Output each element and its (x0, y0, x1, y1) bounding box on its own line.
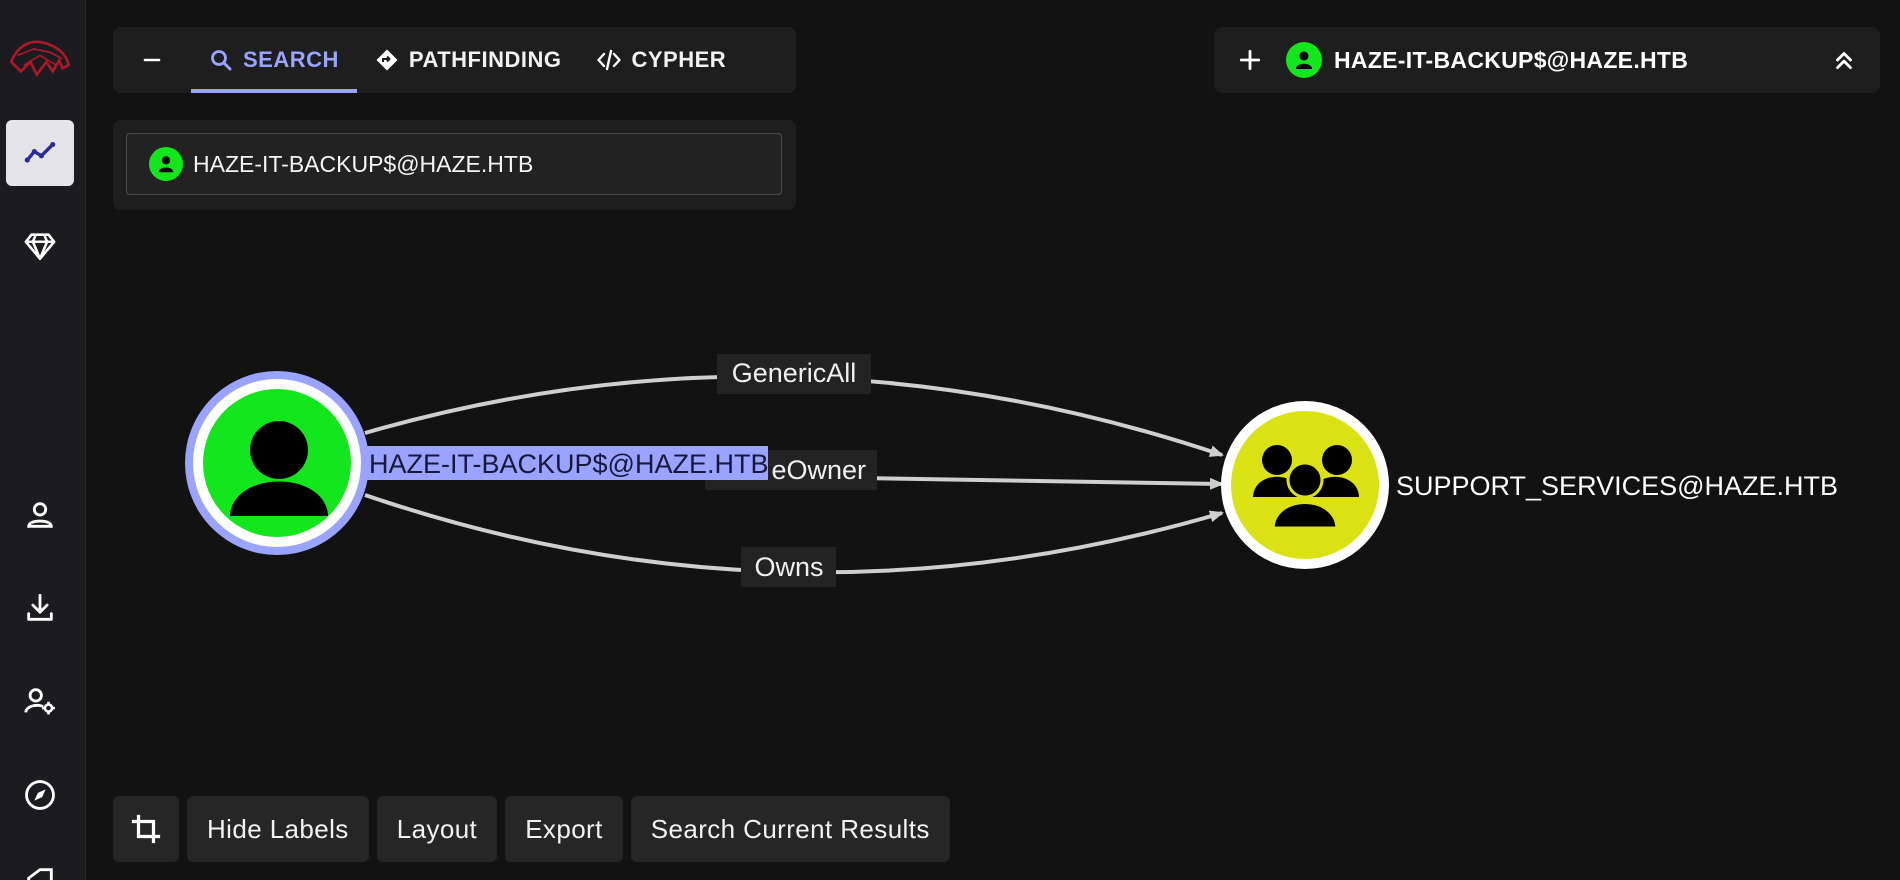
hide-labels-button[interactable]: Hide Labels (187, 796, 369, 862)
layout-button[interactable]: Layout (376, 796, 498, 862)
user-node-icon (149, 147, 183, 181)
node-label-group[interactable]: SUPPORT_SERVICES@HAZE.HTB (1396, 471, 1838, 501)
tab-pathfinding[interactable]: PATHFINDING (357, 27, 580, 93)
edge-label-writeowner[interactable]: eOwner (771, 455, 866, 485)
app-logo-icon[interactable] (6, 24, 74, 90)
add-button[interactable] (1214, 47, 1286, 73)
search-icon (211, 50, 232, 71)
node-label-user[interactable]: HAZE-IT-BACKUP$@HAZE.HTB (369, 449, 768, 479)
node-group[interactable] (1221, 401, 1389, 569)
minus-icon (143, 58, 161, 62)
diamond-icon[interactable] (6, 213, 74, 279)
tab-cypher-label: CYPHER (631, 47, 727, 72)
crop-icon (131, 814, 161, 844)
user-icon[interactable] (6, 482, 74, 548)
double-chevron-up-icon (1836, 52, 1852, 69)
entity-info-panel: HAZE-IT-BACKUP$@HAZE.HTB (1214, 27, 1880, 93)
search-input-value: HAZE-IT-BACKUP$@HAZE.HTB (193, 150, 534, 177)
crop-button[interactable] (113, 796, 179, 862)
node-user[interactable] (185, 371, 369, 555)
search-current-results-button[interactable]: Search Current Results (630, 796, 950, 862)
tab-cypher[interactable]: CYPHER (579, 27, 744, 93)
label-icon[interactable] (6, 848, 74, 880)
collapse-button[interactable] (113, 27, 191, 93)
export-button[interactable]: Export (505, 796, 623, 862)
user-node-icon (1286, 42, 1322, 78)
user-settings-icon[interactable] (6, 668, 74, 734)
tab-search[interactable]: SEARCH (191, 27, 357, 93)
tab-search-label: SEARCH (243, 47, 339, 72)
edge-label-owns[interactable]: Owns (754, 552, 823, 582)
sidebar (0, 0, 86, 880)
download-icon[interactable] (6, 575, 74, 641)
explore-graph-icon[interactable] (6, 120, 74, 186)
code-icon (597, 49, 622, 71)
explore-tabbar: SEARCH PATHFINDING CYPHER (113, 27, 796, 93)
tab-pathfinding-label: PATHFINDING (408, 47, 562, 72)
edge-label-genericall[interactable]: GenericAll (732, 358, 857, 388)
entity-name: HAZE-IT-BACKUP$@HAZE.HTB (1334, 46, 1689, 73)
route-icon (376, 49, 398, 71)
compass-icon[interactable] (6, 762, 74, 828)
expand-panel-button[interactable] (1808, 47, 1880, 73)
graph-toolbar: Hide Labels Layout Export Search Current… (113, 796, 950, 862)
search-panel: HAZE-IT-BACKUP$@HAZE.HTB (113, 120, 796, 210)
search-input[interactable]: HAZE-IT-BACKUP$@HAZE.HTB (126, 133, 782, 195)
plus-icon (1239, 49, 1261, 71)
